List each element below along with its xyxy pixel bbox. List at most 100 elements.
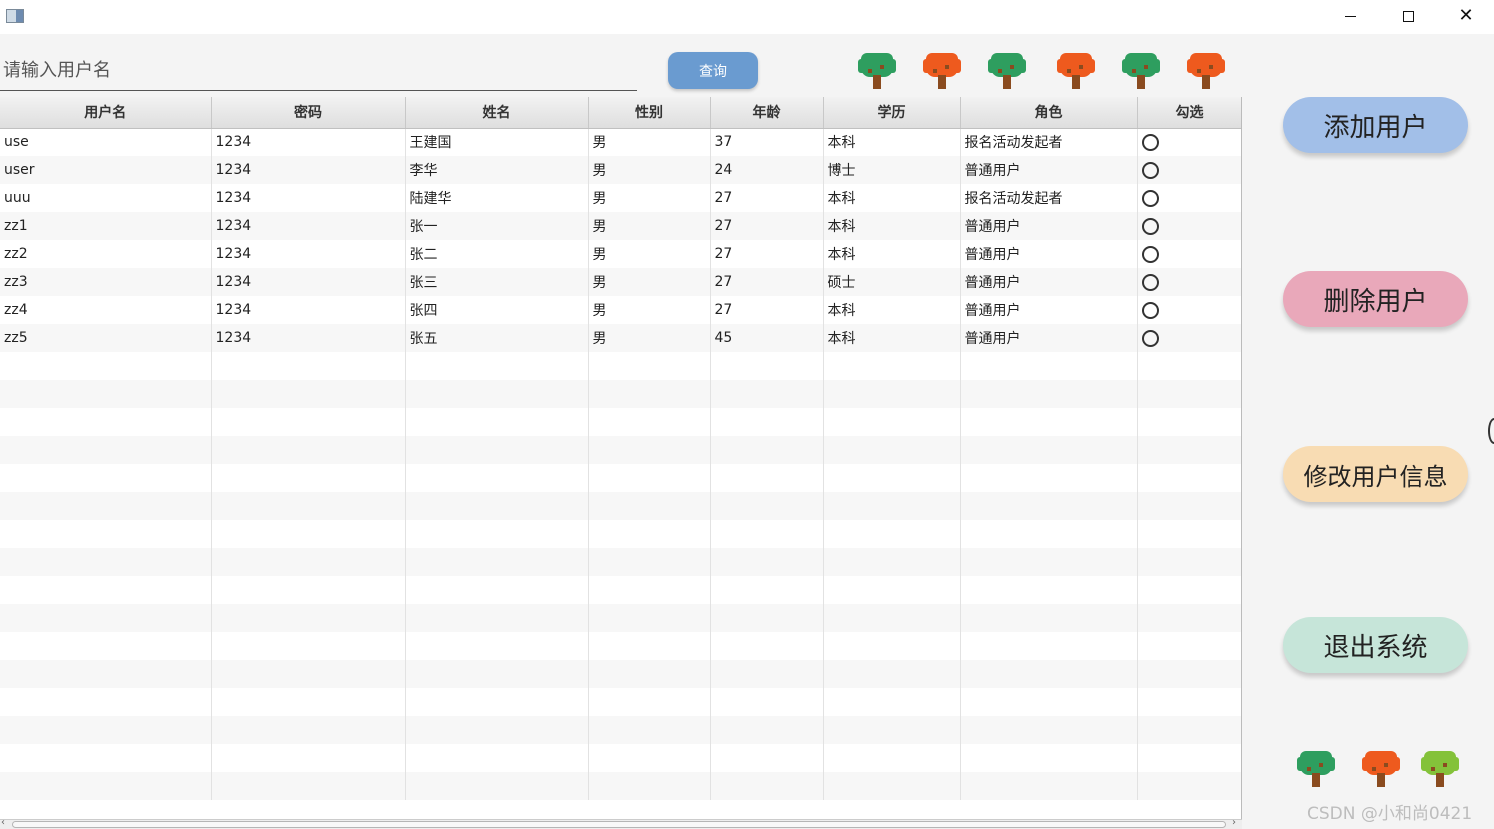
cell-age: 24 (710, 156, 824, 184)
empty-cell (823, 380, 961, 408)
empty-table-row[interactable] (0, 744, 1241, 772)
exit-system-button[interactable]: 退出系统 (1283, 617, 1468, 673)
edit-user-button[interactable]: 修改用户信息 (1283, 446, 1468, 502)
table-row[interactable]: zz5 1234 张五男 45 本科 普通用户 (0, 324, 1241, 352)
table-row[interactable]: zz4 1234 张四男 27 本科 普通用户 (0, 296, 1241, 324)
empty-cell (823, 520, 961, 548)
empty-cell (211, 660, 406, 688)
select-radio[interactable] (1141, 301, 1159, 319)
empty-cell (710, 744, 824, 772)
select-radio[interactable] (1141, 329, 1159, 347)
empty-cell (960, 604, 1138, 632)
select-radio[interactable] (1141, 133, 1159, 151)
table-row[interactable]: zz3 1234 张三男 27 硕士 普通用户 (0, 268, 1241, 296)
add-user-button[interactable]: 添加用户 (1283, 97, 1468, 153)
empty-cell (588, 492, 711, 520)
cell-username: zz5 (0, 324, 212, 352)
select-radio[interactable] (1141, 245, 1159, 263)
column-header-age[interactable]: 年龄 (710, 97, 824, 129)
empty-table-row[interactable] (0, 548, 1241, 576)
empty-cell (710, 408, 824, 436)
empty-cell (0, 380, 212, 408)
table-row[interactable]: user 1234 李华男 24 博士 普通用户 (0, 156, 1241, 184)
empty-cell (405, 408, 589, 436)
cell-username: use (0, 128, 212, 156)
empty-cell (588, 464, 711, 492)
empty-cell (1137, 772, 1241, 800)
empty-table-row[interactable] (0, 688, 1241, 716)
empty-cell (0, 520, 212, 548)
column-header-education[interactable]: 学历 (823, 97, 961, 129)
empty-cell (823, 492, 961, 520)
empty-cell (405, 436, 589, 464)
empty-table-row[interactable] (0, 604, 1241, 632)
empty-cell (211, 408, 406, 436)
cell-education: 本科 (823, 240, 961, 268)
empty-table-row[interactable] (0, 408, 1241, 436)
column-header-password[interactable]: 密码 (211, 97, 406, 129)
empty-cell (405, 604, 589, 632)
select-radio[interactable] (1141, 189, 1159, 207)
query-button[interactable]: 查询 (668, 52, 758, 89)
empty-cell (1137, 744, 1241, 772)
empty-table-row[interactable] (0, 520, 1241, 548)
empty-table-row[interactable] (0, 352, 1241, 380)
empty-table-row[interactable] (0, 716, 1241, 744)
empty-cell (588, 436, 711, 464)
empty-cell (960, 548, 1138, 576)
empty-table-row[interactable] (0, 436, 1241, 464)
cell-gender: 男 (588, 324, 711, 352)
cell-age: 27 (710, 296, 824, 324)
delete-user-button[interactable]: 删除用户 (1283, 271, 1468, 327)
cell-gender: 男 (588, 128, 711, 156)
cell-username: uuu (0, 184, 212, 212)
empty-table-row[interactable] (0, 492, 1241, 520)
minimize-icon[interactable] (1321, 0, 1379, 32)
scrollbar-thumb[interactable] (12, 821, 1226, 828)
table-row[interactable]: zz2 1234 张二男 27 本科 普通用户 (0, 240, 1241, 268)
empty-cell (211, 576, 406, 604)
cell-age: 27 (710, 240, 824, 268)
empty-cell (405, 492, 589, 520)
empty-table-row[interactable] (0, 576, 1241, 604)
column-header-select[interactable]: 勾选 (1137, 97, 1241, 129)
empty-cell (0, 772, 212, 800)
tree-icon (1057, 51, 1095, 91)
empty-table-row[interactable] (0, 464, 1241, 492)
cell-name: 张三 (405, 268, 589, 296)
maximize-icon[interactable] (1379, 0, 1437, 32)
select-radio[interactable] (1141, 217, 1159, 235)
column-header-gender[interactable]: 性别 (588, 97, 711, 129)
table-row[interactable]: zz1 1234 张一男 27 本科 普通用户 (0, 212, 1241, 240)
cell-select (1137, 240, 1241, 268)
empty-cell (960, 632, 1138, 660)
empty-cell (710, 380, 824, 408)
cell-gender: 男 (588, 240, 711, 268)
empty-table-row[interactable] (0, 632, 1241, 660)
table-header: 用户名 密码 姓名 性别 年龄 学历 角色 勾选 (0, 97, 1241, 129)
empty-table-row[interactable] (0, 660, 1241, 688)
empty-table-row[interactable] (0, 380, 1241, 408)
empty-cell (1137, 660, 1241, 688)
empty-cell (405, 716, 589, 744)
empty-cell (710, 520, 824, 548)
empty-table-row[interactable] (0, 772, 1241, 800)
empty-cell (0, 436, 212, 464)
table-row[interactable]: uuu 1234 陆建华男 27 本科 报名活动发起者 (0, 184, 1241, 212)
horizontal-scrollbar[interactable]: ‹ › (0, 817, 1242, 829)
column-header-role[interactable]: 角色 (960, 97, 1138, 129)
table-row[interactable]: use 1234 王建国男 37 本科 报名活动发起者 (0, 128, 1241, 156)
scroll-right-icon[interactable]: › (1232, 817, 1236, 828)
column-header-username[interactable]: 用户名 (0, 97, 212, 129)
cell-name: 张一 (405, 212, 589, 240)
close-icon[interactable]: ✕ (1437, 0, 1494, 32)
search-input[interactable] (0, 50, 637, 91)
select-radio[interactable] (1141, 161, 1159, 179)
empty-cell (710, 716, 824, 744)
scroll-left-icon[interactable]: ‹ (1, 817, 5, 828)
column-header-name[interactable]: 姓名 (405, 97, 589, 129)
cell-role: 普通用户 (960, 156, 1138, 184)
empty-cell (588, 716, 711, 744)
select-radio[interactable] (1141, 273, 1159, 291)
empty-cell (588, 408, 711, 436)
